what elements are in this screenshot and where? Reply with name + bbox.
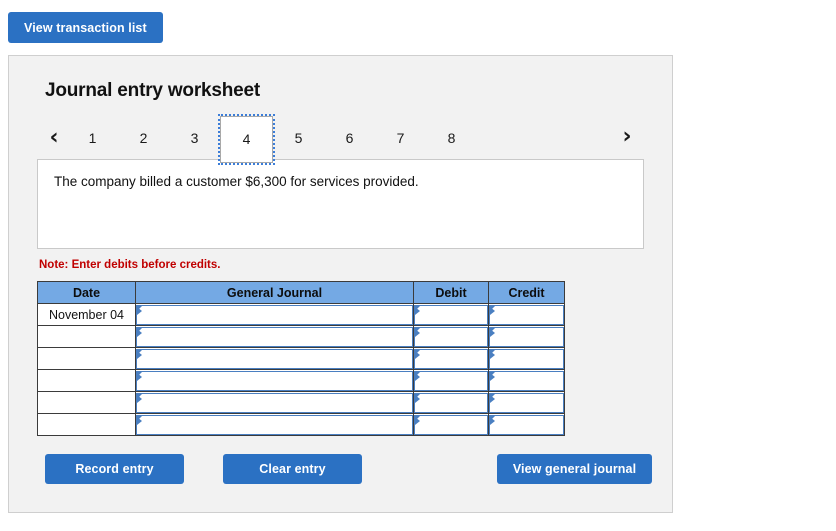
chevron-left-icon[interactable]: ‹ [41,127,67,149]
general-journal-field[interactable] [136,304,413,325]
column-header-general-journal: General Journal [135,281,414,304]
debit-input[interactable] [413,369,489,392]
general-journal-input[interactable] [135,325,414,348]
general-journal-input[interactable] [135,303,414,326]
pager-page-6[interactable]: 6 [324,131,375,145]
debit-field[interactable] [414,370,488,391]
debit-field[interactable] [414,348,488,369]
table-row [37,369,565,392]
date-cell[interactable] [37,391,136,414]
credit-field[interactable] [489,414,564,435]
table-row [37,391,565,414]
general-journal-input[interactable] [135,391,414,414]
table-row [37,347,565,370]
record-entry-button[interactable]: Record entry [45,454,184,484]
debit-input[interactable] [413,303,489,326]
date-cell[interactable] [37,369,136,392]
pager-page-5[interactable]: 5 [273,131,324,145]
pager-page-2[interactable]: 2 [118,131,169,145]
column-header-credit: Credit [488,281,565,304]
page-title: Journal entry worksheet [45,80,261,101]
journal-entry-panel: Journal entry worksheet ‹ 1 2 3 4 5 6 7 … [8,55,673,513]
top-toolbar: View transaction list [0,0,836,43]
credit-input[interactable] [488,303,565,326]
credit-input[interactable] [488,413,565,436]
general-journal-input[interactable] [135,369,414,392]
credit-field[interactable] [489,304,564,325]
debit-field[interactable] [414,392,488,413]
table-row [37,413,565,436]
clear-entry-button[interactable]: Clear entry [223,454,362,484]
credit-input[interactable] [488,347,565,370]
action-button-row: Record entry Clear entry View general jo… [37,454,652,486]
general-journal-field[interactable] [136,370,413,391]
view-transaction-list-button[interactable]: View transaction list [8,12,163,43]
general-journal-field[interactable] [136,348,413,369]
debit-field[interactable] [414,326,488,347]
general-journal-field[interactable] [136,414,413,435]
table-row: November 04 [37,303,565,326]
pager-page-3[interactable]: 3 [169,131,220,145]
debit-input[interactable] [413,391,489,414]
general-journal-field[interactable] [136,326,413,347]
table-row [37,325,565,348]
credit-field[interactable] [489,348,564,369]
debit-input[interactable] [413,413,489,436]
debit-input[interactable] [413,325,489,348]
debits-before-credits-note: Note: Enter debits before credits. [39,259,221,271]
date-cell[interactable] [37,413,136,436]
column-header-debit: Debit [413,281,489,304]
general-journal-field[interactable] [136,392,413,413]
credit-input[interactable] [488,391,565,414]
column-header-date: Date [37,281,136,304]
credit-field[interactable] [489,370,564,391]
table-header-row: Date General Journal Debit Credit [37,281,565,304]
credit-input[interactable] [488,369,565,392]
general-journal-input[interactable] [135,347,414,370]
worksheet-pager: ‹ 1 2 3 4 5 6 7 8 › [37,113,644,165]
transaction-description: The company billed a customer $6,300 for… [37,159,644,249]
debit-field[interactable] [414,304,488,325]
pager-page-7[interactable]: 7 [375,131,426,145]
credit-input[interactable] [488,325,565,348]
credit-field[interactable] [489,326,564,347]
date-cell[interactable] [37,325,136,348]
journal-entry-table: Date General Journal Debit Credit Novemb… [37,281,565,436]
pager-page-4[interactable]: 4 [218,113,275,165]
debit-field[interactable] [414,414,488,435]
credit-field[interactable] [489,392,564,413]
pager-page-8[interactable]: 8 [426,131,477,145]
chevron-right-icon[interactable]: › [614,126,640,148]
general-journal-input[interactable] [135,413,414,436]
pager-page-1[interactable]: 1 [67,131,118,145]
debit-input[interactable] [413,347,489,370]
date-cell[interactable] [37,347,136,370]
view-general-journal-button[interactable]: View general journal [497,454,652,484]
date-cell: November 04 [37,303,136,326]
